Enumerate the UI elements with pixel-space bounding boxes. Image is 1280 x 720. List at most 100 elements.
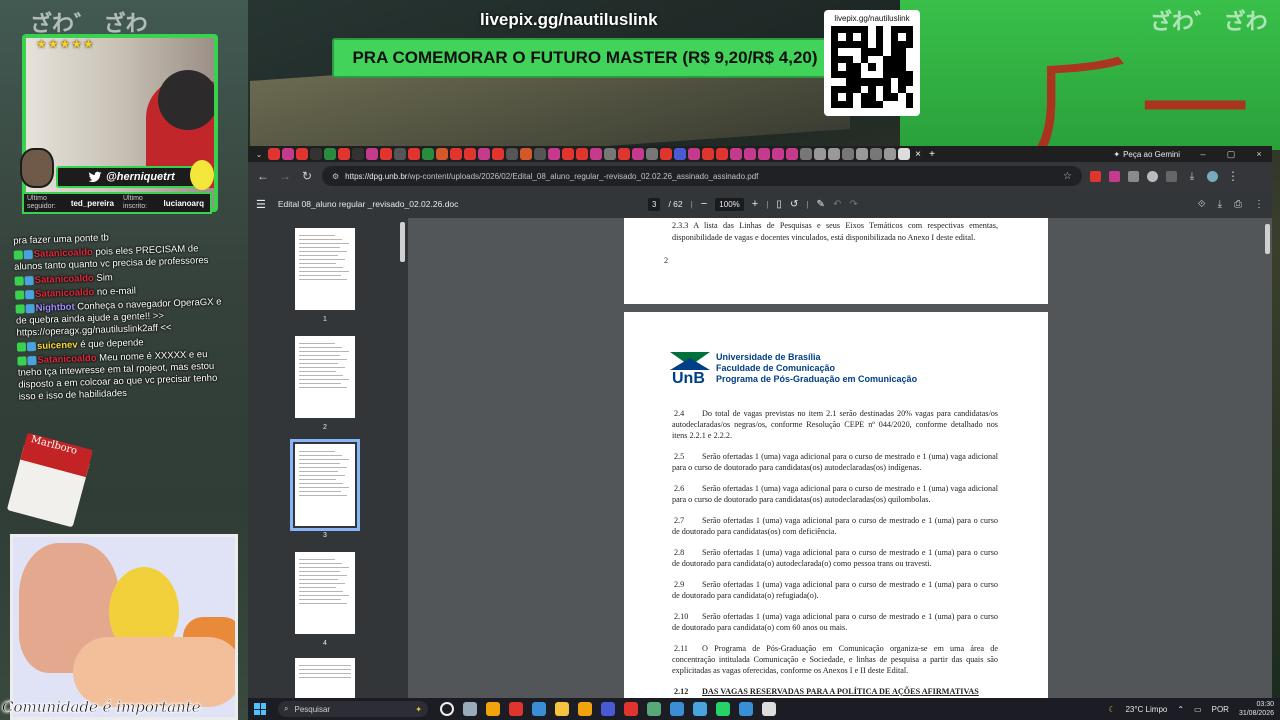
- page-thumbnail[interactable]: 2: [292, 336, 358, 431]
- page-thumbnail[interactable]: 1: [292, 228, 358, 323]
- browser-tab[interactable]: [520, 148, 532, 160]
- zoom-out-icon[interactable]: −: [701, 198, 707, 210]
- network-icon[interactable]: ▭: [1194, 705, 1202, 714]
- browser-tab[interactable]: [492, 148, 504, 160]
- discord-icon[interactable]: [601, 702, 615, 716]
- app-icon[interactable]: [693, 702, 707, 716]
- site-info-icon[interactable]: ⚙: [332, 172, 339, 181]
- browser-tab[interactable]: [562, 148, 574, 160]
- browser-tab[interactable]: [744, 148, 756, 160]
- minimize-icon[interactable]: –: [1190, 149, 1216, 159]
- browser-tab[interactable]: [814, 148, 826, 160]
- browser-tab[interactable]: [422, 148, 434, 160]
- save-edits-icon[interactable]: ⟐: [1198, 199, 1206, 210]
- file-explorer-icon[interactable]: [555, 702, 569, 716]
- language-indicator[interactable]: POR: [1212, 705, 1229, 714]
- browser-tab[interactable]: [338, 148, 350, 160]
- browser-tab[interactable]: [758, 148, 770, 160]
- steam-icon[interactable]: [739, 702, 753, 716]
- browser-tab[interactable]: [282, 148, 294, 160]
- browser-tab[interactable]: [772, 148, 784, 160]
- page-thumbnail[interactable]: [292, 658, 358, 698]
- browser-tab[interactable]: [842, 148, 854, 160]
- browser-tab[interactable]: [478, 148, 490, 160]
- browser-tab[interactable]: [632, 148, 644, 160]
- browser-tab[interactable]: [590, 148, 602, 160]
- browser-tab[interactable]: [884, 148, 896, 160]
- clock[interactable]: 03:30 31/08/2026: [1239, 700, 1274, 718]
- browser-tab[interactable]: [310, 148, 322, 160]
- browser-tab[interactable]: [450, 148, 462, 160]
- browser-tab[interactable]: [394, 148, 406, 160]
- brave-icon[interactable]: [509, 702, 523, 716]
- extension-icon[interactable]: [1109, 170, 1120, 182]
- browser-tab[interactable]: [464, 148, 476, 160]
- forward-icon[interactable]: →: [278, 169, 292, 183]
- steam-icon[interactable]: [532, 702, 546, 716]
- profile-avatar[interactable]: [1207, 170, 1218, 182]
- more-options-icon[interactable]: ⋮: [1254, 199, 1264, 210]
- browser-tab[interactable]: [604, 148, 616, 160]
- sidebar-scrollbar[interactable]: [400, 222, 405, 262]
- new-tab-icon[interactable]: +: [926, 148, 938, 160]
- browser-tab[interactable]: [324, 148, 336, 160]
- address-bar[interactable]: ⚙ https://dpg.unb.br/wp-content/uploads/…: [322, 166, 1082, 186]
- browser-menu-icon[interactable]: ⋮: [1226, 169, 1240, 183]
- browser-tab[interactable]: [898, 148, 910, 160]
- browser-tab[interactable]: [688, 148, 700, 160]
- download-icon[interactable]: ⤓: [1218, 199, 1222, 210]
- browser-tab[interactable]: [548, 148, 560, 160]
- browser-tab[interactable]: [506, 148, 518, 160]
- browser-active-icon[interactable]: [670, 702, 684, 716]
- thumbnail-sidebar[interactable]: 1 2 3 4: [248, 218, 408, 698]
- browser-tab[interactable]: [618, 148, 630, 160]
- task-view-icon[interactable]: [440, 702, 454, 716]
- page-thumbnail[interactable]: 4: [292, 552, 358, 647]
- browser-tab[interactable]: [268, 148, 280, 160]
- obs-icon[interactable]: [624, 702, 638, 716]
- print-icon[interactable]: ⎙: [1234, 199, 1242, 210]
- browser-tab[interactable]: [352, 148, 364, 160]
- reload-icon[interactable]: ↻: [300, 169, 314, 183]
- browser-tab[interactable]: [534, 148, 546, 160]
- browser-tab[interactable]: [660, 148, 672, 160]
- app-icon[interactable]: [647, 702, 661, 716]
- rotate-icon[interactable]: ↺: [790, 199, 798, 210]
- pdf-viewer[interactable]: 1 2 3 4 2.3.3 A lista das Linhas de Pesquis…: [248, 218, 1272, 698]
- browser-tab[interactable]: [674, 148, 686, 160]
- extension-icon[interactable]: [1090, 170, 1101, 182]
- browser-tab[interactable]: [856, 148, 868, 160]
- windows-start-icon[interactable]: [254, 703, 266, 715]
- extension-icon[interactable]: [1128, 170, 1139, 182]
- downloads-icon[interactable]: ⤓: [1185, 171, 1199, 182]
- taskbar-search[interactable]: ⌕ Pesquisar ✦: [278, 701, 428, 717]
- browser-tab[interactable]: [730, 148, 742, 160]
- browser-tab[interactable]: [366, 148, 378, 160]
- undo-icon[interactable]: ↶: [833, 199, 841, 210]
- maximize-icon[interactable]: ▢: [1218, 149, 1244, 160]
- whatsapp-icon[interactable]: [716, 702, 730, 716]
- close-tab-icon[interactable]: ×: [912, 148, 924, 160]
- browser-tab[interactable]: [702, 148, 714, 160]
- browser-tab[interactable]: [436, 148, 448, 160]
- page-number-input[interactable]: 3: [648, 197, 661, 211]
- browser-tab[interactable]: [380, 148, 392, 160]
- browser-tab[interactable]: [786, 148, 798, 160]
- browser-tab[interactable]: [870, 148, 882, 160]
- annotate-icon[interactable]: ✎: [817, 199, 825, 210]
- chrome-icon[interactable]: [486, 702, 500, 716]
- extension-icon[interactable]: [1147, 170, 1158, 182]
- bookmark-star-icon[interactable]: ☆: [1063, 171, 1072, 182]
- zoom-in-icon[interactable]: +: [752, 198, 758, 210]
- tab-search-icon[interactable]: ⌄: [252, 150, 266, 159]
- page-thumbnail[interactable]: 3: [290, 439, 360, 539]
- back-icon[interactable]: ←: [256, 169, 270, 183]
- widgets-icon[interactable]: [463, 702, 477, 716]
- browser-tab[interactable]: [576, 148, 588, 160]
- zoom-level-input[interactable]: 100%: [715, 197, 744, 211]
- browser-tab[interactable]: [828, 148, 840, 160]
- document-scrollbar[interactable]: [1265, 224, 1270, 254]
- extensions-puzzle-icon[interactable]: [1166, 170, 1177, 182]
- redo-icon[interactable]: ↷: [849, 199, 857, 210]
- browser-tab[interactable]: [800, 148, 812, 160]
